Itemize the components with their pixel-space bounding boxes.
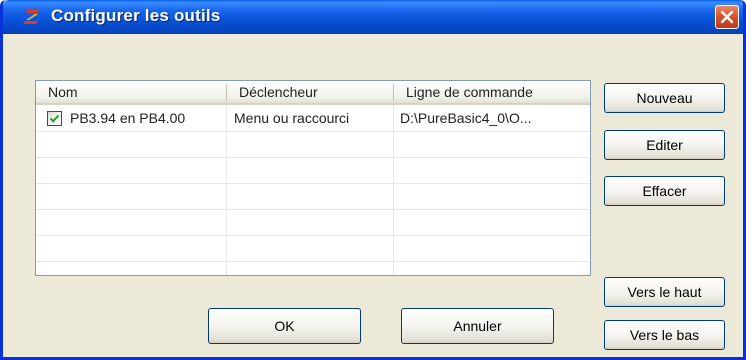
title-bar[interactable]: Configurer les outils: [3, 0, 743, 34]
column-header-command[interactable]: Ligne de commande: [394, 81, 590, 103]
close-icon: [720, 10, 734, 24]
tool-name: PB3.94 en PB4.00: [70, 110, 186, 126]
tools-dialog: Configurer les outils Nom Déclencheur Li…: [0, 0, 746, 360]
grid-line: [36, 261, 590, 262]
tools-list[interactable]: Nom Déclencheur Ligne de commande PB3.94…: [35, 80, 591, 276]
new-button[interactable]: Nouveau: [604, 83, 725, 113]
list-header: Nom Déclencheur Ligne de commande: [36, 81, 590, 105]
edit-button-label: Editer: [646, 137, 683, 153]
window-title: Configurer les outils: [51, 6, 221, 25]
grid-line: [36, 235, 590, 236]
column-header-name[interactable]: Nom: [36, 81, 226, 103]
cancel-button-label: Annuler: [453, 318, 502, 334]
tool-trigger: Menu ou raccourci: [234, 110, 350, 126]
list-item[interactable]: PB3.94 en PB4.00 Menu ou raccourci D:\Pu…: [36, 106, 590, 132]
delete-button[interactable]: Effacer: [604, 176, 725, 206]
move-up-button-label: Vers le haut: [627, 284, 702, 300]
column-header-trigger[interactable]: Déclencheur: [227, 81, 393, 103]
move-down-button-label: Vers le bas: [629, 327, 700, 343]
new-button-label: Nouveau: [636, 90, 693, 106]
move-up-button[interactable]: Vers le haut: [604, 277, 725, 307]
move-down-button[interactable]: Vers le bas: [604, 320, 725, 350]
tool-command: D:\PureBasic4_0\O...: [400, 110, 532, 126]
tool-enabled-checkbox[interactable]: [47, 111, 62, 126]
delete-button-label: Effacer: [642, 183, 687, 199]
grid-line: [36, 183, 590, 184]
ok-button-label: OK: [274, 318, 295, 334]
cancel-button[interactable]: Annuler: [401, 308, 554, 344]
edit-button[interactable]: Editer: [604, 130, 725, 160]
ok-button[interactable]: OK: [208, 308, 361, 344]
checkmark-icon: [49, 114, 60, 123]
grid-line: [36, 209, 590, 210]
grid-line: [36, 157, 590, 158]
close-button[interactable]: [715, 5, 739, 29]
purebasic-icon: [22, 8, 42, 26]
